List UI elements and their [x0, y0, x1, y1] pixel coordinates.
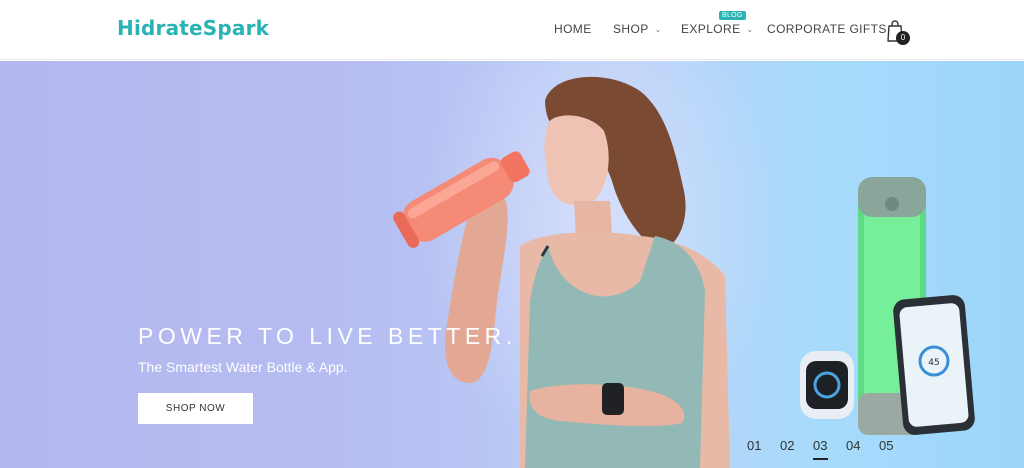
slide-03[interactable]: 03 — [813, 438, 829, 460]
nav-explore-label: EXPLORE — [681, 22, 741, 36]
chevron-down-icon: ⌄ — [654, 25, 662, 34]
hero-subtitle: The Smartest Water Bottle & App. — [138, 359, 348, 375]
slide-pagination: 01 02 03 04 05 — [747, 438, 907, 462]
slide-01[interactable]: 01 — [747, 438, 761, 453]
nav-item-explore[interactable]: EXPLORE ⌄ — [681, 22, 754, 36]
shop-now-button[interactable]: SHOP NOW — [138, 393, 253, 424]
chevron-down-icon: ⌄ — [746, 25, 754, 34]
hero-banner: 45 POWER TO LIVE BETTER. The Smartest Wa… — [0, 61, 1024, 468]
slide-04[interactable]: 04 — [846, 438, 860, 453]
phone-app-image: 45 — [893, 295, 975, 435]
nav-item-shop[interactable]: SHOP ⌄ — [613, 22, 662, 36]
cart-count-badge: 0 — [896, 31, 910, 45]
blog-badge: BLOG — [719, 11, 746, 20]
site-header: HidrateSpark HOME SHOP ⌄ EXPLORE ⌄ CORPORA… — [0, 0, 1024, 60]
nav-item-home[interactable]: HOME — [554, 22, 592, 36]
slide-02[interactable]: 02 — [780, 438, 794, 453]
nav-corporate-label: CORPORATE GIFTS — [767, 22, 887, 36]
main-nav: HOME SHOP ⌄ EXPLORE ⌄ CORPORATE GIFTS — [0, 22, 1024, 42]
coral-bottle-image — [393, 151, 530, 248]
slide-05[interactable]: 05 — [879, 438, 893, 453]
hero-title: POWER TO LIVE BETTER. — [138, 323, 517, 349]
nav-item-corporate-gifts[interactable]: CORPORATE GIFTS — [767, 22, 887, 36]
nav-home-label: HOME — [554, 22, 592, 36]
phone-reading: 45 — [928, 358, 939, 368]
nav-shop-label: SHOP — [613, 22, 649, 36]
woman-figure — [445, 76, 730, 468]
smartwatch-image — [800, 351, 854, 419]
